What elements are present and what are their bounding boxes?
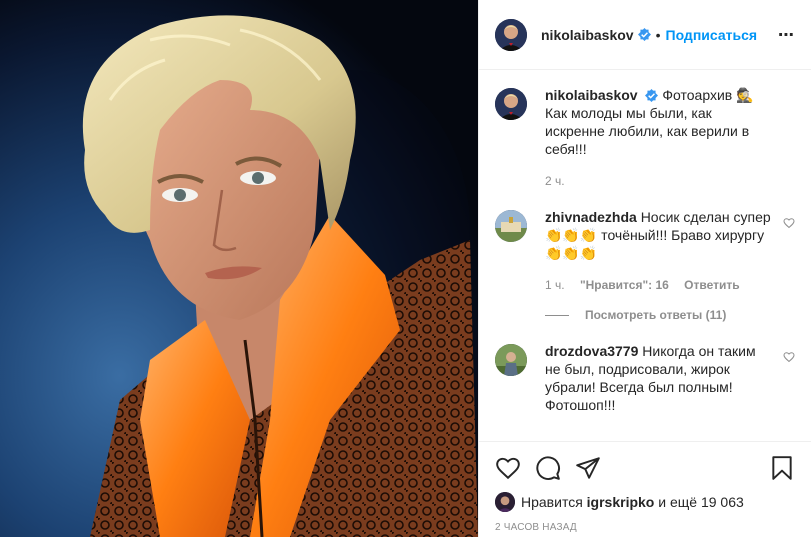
comment-body: drozdova3779 Никогда он таким не был, по…: [545, 342, 795, 414]
more-options-icon[interactable]: ⋯: [778, 25, 795, 45]
post-side-panel: nikolaibaskov • Подписаться ⋯ nikolaibas…: [478, 0, 811, 537]
caption: nikolaibaskov Фотоархив 🕵 Как молоды мы …: [495, 86, 795, 190]
comment-icon[interactable]: [535, 455, 561, 481]
post-header: nikolaibaskov • Подписаться ⋯: [479, 0, 811, 70]
liker-avatar[interactable]: [495, 492, 515, 512]
comment: zhivnadezhda Носик сделан супер👏👏👏 точён…: [495, 208, 795, 294]
comment-likes[interactable]: "Нравится": 16: [580, 278, 669, 292]
follow-button[interactable]: Подписаться: [666, 27, 758, 43]
commenter-username[interactable]: drozdova3779: [545, 343, 638, 359]
likes-text: Нравится igrskripko и ещё 19 063: [521, 494, 744, 510]
action-icons: [495, 452, 795, 484]
commenter-avatar[interactable]: [495, 210, 527, 242]
caption-body: nikolaibaskov Фотоархив 🕵 Как молоды мы …: [545, 86, 795, 190]
caption-avatar[interactable]: [495, 88, 527, 120]
caption-time[interactable]: 2 ч.: [545, 174, 565, 188]
avatar-image: [495, 88, 527, 120]
author-avatar[interactable]: [495, 18, 527, 51]
likes-suffix[interactable]: и ещё 19 063: [658, 494, 744, 510]
likes-user[interactable]: igrskripko: [587, 494, 655, 510]
view-replies-label: Посмотреть ответы (11): [585, 308, 727, 322]
view-replies-button[interactable]: Посмотреть ответы (11): [545, 308, 795, 322]
avatar-image: [495, 210, 527, 242]
comment: drozdova3779 Никогда он таким не был, по…: [495, 342, 795, 414]
avatar-image: [495, 344, 527, 376]
comment-like-heart-icon[interactable]: [783, 217, 795, 229]
comment-time[interactable]: 1 ч.: [545, 278, 565, 292]
verified-badge-icon: [637, 28, 651, 41]
portrait-illustration: [0, 0, 478, 537]
verified-badge-icon: [645, 89, 659, 102]
avatar-image: [495, 18, 527, 51]
author-username[interactable]: nikolaibaskov: [541, 27, 634, 43]
post-dialog: nikolaibaskov • Подписаться ⋯ nikolaibas…: [0, 0, 811, 537]
commenter-username[interactable]: zhivnadezhda: [545, 209, 637, 225]
replies-divider: [545, 314, 569, 316]
share-icon[interactable]: [575, 455, 601, 481]
comment-like-heart-icon[interactable]: [783, 351, 795, 363]
post-actions: Нравится igrskripko и ещё 19 063 2 ЧАСОВ…: [479, 441, 811, 537]
post-timestamp[interactable]: 2 ЧАСОВ НАЗАД: [495, 522, 795, 533]
heart-icon[interactable]: [495, 455, 521, 481]
reply-button[interactable]: Ответить: [684, 278, 739, 292]
comment-body: zhivnadezhda Носик сделан супер👏👏👏 точён…: [545, 208, 795, 294]
avatar-image: [495, 492, 515, 512]
comment-meta: 1 ч. "Нравится": 16 Ответить: [545, 276, 773, 294]
commenter-avatar[interactable]: [495, 344, 527, 376]
post-photo[interactable]: [0, 0, 478, 537]
header-separator: •: [655, 26, 661, 43]
likes-prefix: Нравится: [521, 494, 583, 510]
likes-summary: Нравится igrskripko и ещё 19 063: [495, 492, 795, 512]
comments-list: nikolaibaskov Фотоархив 🕵 Как молоды мы …: [479, 70, 811, 441]
caption-username[interactable]: nikolaibaskov: [545, 87, 638, 103]
bookmark-icon[interactable]: [769, 455, 795, 481]
caption-meta: 2 ч.: [545, 172, 773, 190]
